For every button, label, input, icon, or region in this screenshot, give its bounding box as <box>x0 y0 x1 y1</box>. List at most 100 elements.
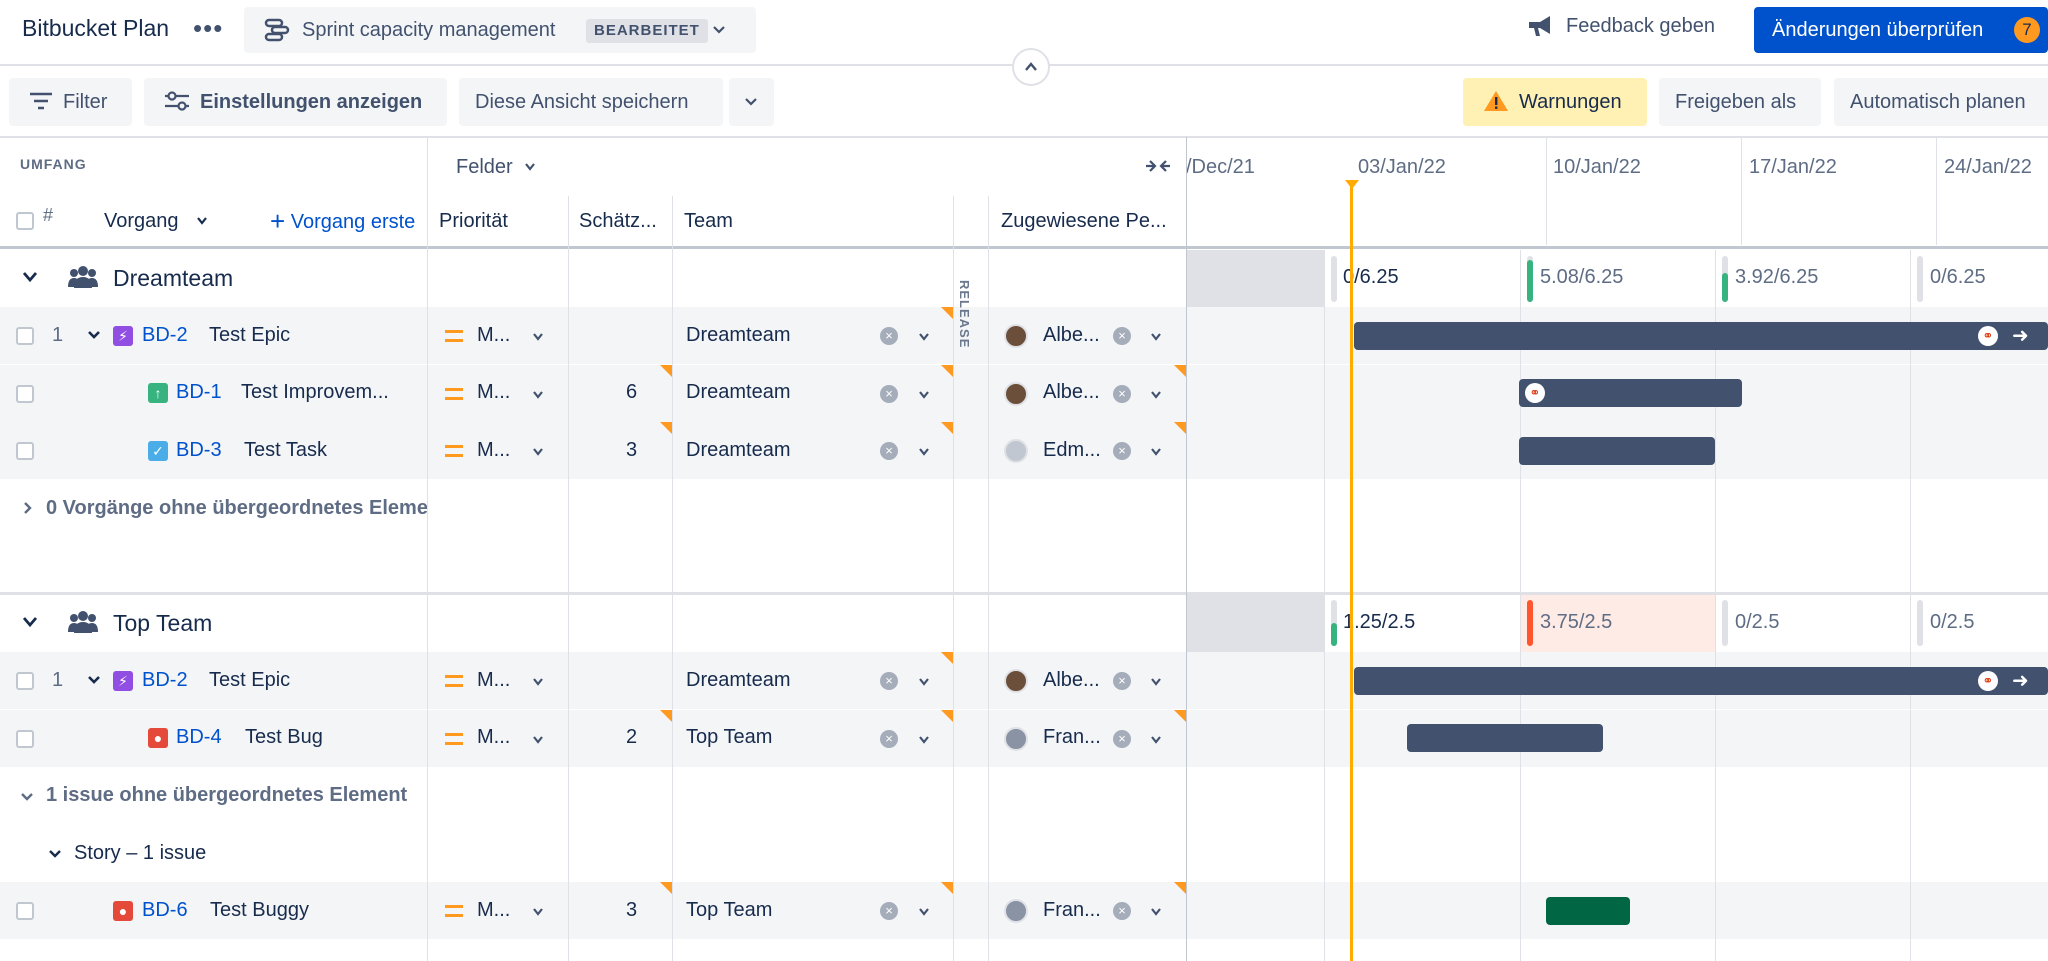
orphan-issues-toggle[interactable]: 0 Vorgänge ohne übergeordnetes Eleme <box>46 497 427 520</box>
clear-icon[interactable]: × <box>1113 730 1131 748</box>
row-checkbox[interactable] <box>16 730 34 748</box>
chevron-down-icon[interactable] <box>918 389 930 401</box>
chevron-down-icon[interactable] <box>22 270 38 284</box>
chevron-down-icon[interactable] <box>918 734 930 746</box>
chevron-down-icon[interactable] <box>532 906 544 918</box>
chevron-down-icon[interactable] <box>1150 676 1162 688</box>
clear-icon[interactable]: × <box>1113 385 1131 403</box>
collapse-fields-icon[interactable] <box>1145 157 1171 175</box>
row-checkbox[interactable] <box>16 385 34 403</box>
chevron-down-icon[interactable] <box>1150 906 1162 918</box>
collapse-header-button[interactable] <box>1012 48 1050 86</box>
issue-column-header[interactable]: Vorgang <box>104 196 208 246</box>
timeline-bar[interactable]: ⚭ <box>1519 379 1742 407</box>
row-checkbox[interactable] <box>16 327 34 345</box>
auto-schedule-button[interactable]: Automatisch planen <box>1834 78 2048 126</box>
clear-icon[interactable]: × <box>880 730 898 748</box>
chevron-down-icon[interactable] <box>532 389 544 401</box>
issue-title[interactable]: Test Task <box>244 439 327 462</box>
issue-key-link[interactable]: BD-6 <box>142 899 188 922</box>
orphan-issues-toggle[interactable]: 1 issue ohne übergeordnetes Element <box>46 784 407 807</box>
estimate-value[interactable]: 3 <box>626 439 637 462</box>
assignee-column-header[interactable]: Zugewiesene Pe... <box>1001 196 1167 246</box>
chevron-down-icon[interactable] <box>48 848 62 860</box>
team-value[interactable]: Top Team <box>686 726 772 749</box>
timeline-bar[interactable] <box>1519 437 1715 465</box>
assignee-value[interactable]: Albe... <box>1043 381 1100 404</box>
feedback-button[interactable]: Feedback geben <box>1526 13 1715 39</box>
chevron-down-icon[interactable] <box>87 674 101 686</box>
create-issue-button[interactable]: + Vorgang erste <box>270 196 428 246</box>
share-button[interactable]: Freigeben als <box>1659 78 1821 126</box>
team-value[interactable]: Dreamteam <box>686 381 790 404</box>
view-settings-button[interactable]: Einstellungen anzeigen <box>144 78 447 126</box>
select-all-checkbox[interactable] <box>16 212 34 230</box>
app-title[interactable]: Bitbucket Plan <box>22 15 169 42</box>
chevron-down-icon[interactable] <box>1150 389 1162 401</box>
chevron-down-icon[interactable] <box>1150 734 1162 746</box>
row-checkbox[interactable] <box>16 902 34 920</box>
chevron-down-icon[interactable] <box>918 906 930 918</box>
issue-title[interactable]: Test Improvem... <box>241 381 389 404</box>
priority-value[interactable]: M... <box>477 669 510 692</box>
chevron-down-icon[interactable] <box>532 676 544 688</box>
estimate-value[interactable]: 2 <box>626 726 637 749</box>
issue-key-link[interactable]: BD-1 <box>176 381 222 404</box>
save-view-dropdown[interactable] <box>729 78 774 126</box>
team-value[interactable]: Top Team <box>686 899 772 922</box>
priority-value[interactable]: M... <box>477 439 510 462</box>
priority-value[interactable]: M... <box>477 726 510 749</box>
clear-icon[interactable]: × <box>880 442 898 460</box>
row-checkbox[interactable] <box>16 672 34 690</box>
timeline-bar[interactable]: ⚭ ➜ <box>1354 667 2048 695</box>
story-group-toggle[interactable]: Story – 1 issue <box>74 842 206 865</box>
assignee-value[interactable]: Edm... <box>1043 439 1101 462</box>
priority-value[interactable]: M... <box>477 899 510 922</box>
filter-button[interactable]: Filter <box>9 78 132 126</box>
estimate-column-header[interactable]: Schätz... <box>579 196 657 246</box>
chevron-down-icon[interactable] <box>532 734 544 746</box>
issue-key-link[interactable]: BD-2 <box>142 669 188 692</box>
clear-icon[interactable]: × <box>1113 327 1131 345</box>
issue-title[interactable]: Test Bug <box>245 726 323 749</box>
clear-icon[interactable]: × <box>1113 902 1131 920</box>
chevron-down-icon[interactable] <box>918 676 930 688</box>
chevron-down-icon[interactable] <box>918 446 930 458</box>
chevron-down-icon[interactable] <box>22 615 38 629</box>
clear-icon[interactable]: × <box>1113 442 1131 460</box>
assignee-value[interactable]: Fran... <box>1043 899 1101 922</box>
clear-icon[interactable]: × <box>880 327 898 345</box>
priority-value[interactable]: M... <box>477 381 510 404</box>
priority-value[interactable]: M... <box>477 324 510 347</box>
chevron-down-icon[interactable] <box>20 791 34 803</box>
issue-key-link[interactable]: BD-2 <box>142 324 188 347</box>
team-value[interactable]: Dreamteam <box>686 669 790 692</box>
issue-title[interactable]: Test Epic <box>209 669 290 692</box>
timeline-bar[interactable]: ⚭ ➜ <box>1354 322 2048 350</box>
fields-dropdown[interactable]: Felder <box>456 156 536 179</box>
warnings-button[interactable]: Warnungen <box>1463 78 1647 126</box>
estimate-value[interactable]: 3 <box>626 899 637 922</box>
chevron-down-icon[interactable] <box>87 329 101 341</box>
chevron-down-icon[interactable] <box>532 331 544 343</box>
priority-column-header[interactable]: Priorität <box>439 196 508 246</box>
clear-icon[interactable]: × <box>880 385 898 403</box>
issue-title[interactable]: Test Epic <box>209 324 290 347</box>
clear-icon[interactable]: × <box>880 672 898 690</box>
assignee-value[interactable]: Fran... <box>1043 726 1101 749</box>
issue-key-link[interactable]: BD-4 <box>176 726 222 749</box>
assignee-value[interactable]: Albe... <box>1043 669 1100 692</box>
review-changes-button[interactable]: Änderungen überprüfen 7 <box>1754 7 2048 53</box>
team-value[interactable]: Dreamteam <box>686 324 790 347</box>
timeline-bar[interactable] <box>1407 724 1603 752</box>
assignee-value[interactable]: Albe... <box>1043 324 1100 347</box>
chevron-right-icon[interactable] <box>22 501 32 515</box>
more-options-button[interactable]: ••• <box>193 13 223 44</box>
chevron-down-icon[interactable] <box>532 446 544 458</box>
timeline-bar[interactable] <box>1546 897 1630 925</box>
clear-icon[interactable]: × <box>880 902 898 920</box>
save-view-button[interactable]: Diese Ansicht speichern <box>459 78 723 126</box>
chevron-down-icon[interactable] <box>1150 331 1162 343</box>
chevron-down-icon[interactable] <box>918 331 930 343</box>
issue-title[interactable]: Test Buggy <box>210 899 309 922</box>
